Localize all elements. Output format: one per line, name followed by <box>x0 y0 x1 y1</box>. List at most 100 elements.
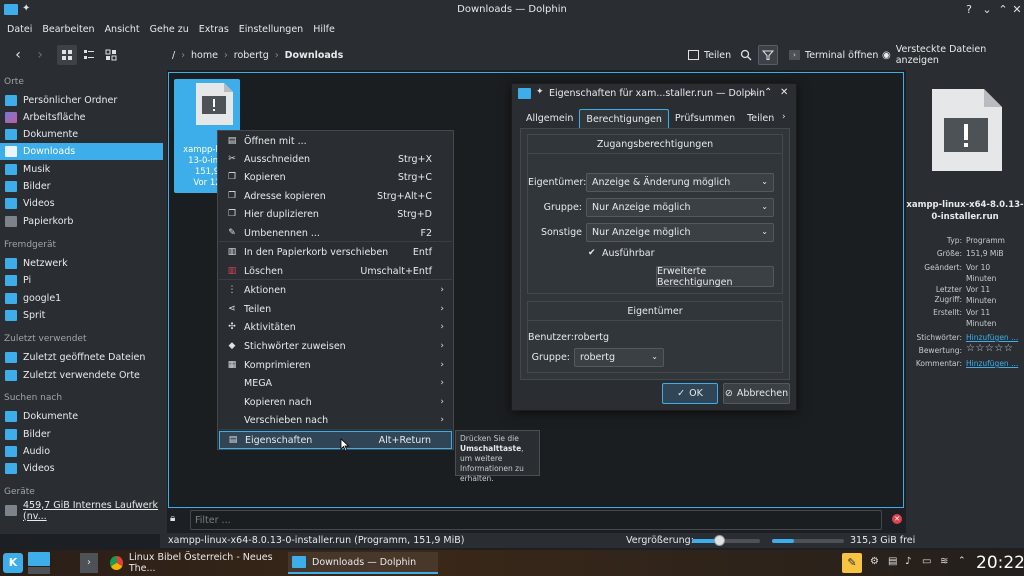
context-menu-item-2[interactable]: ❐ Kopieren Strg+C <box>219 168 452 186</box>
pager-desktop-2[interactable] <box>28 567 50 574</box>
owner-permission-select[interactable]: Anzeige & Änderung möglich ⌄ <box>586 173 774 192</box>
context-menu-item-8[interactable]: ⋮ Aktionen › <box>219 281 452 299</box>
sidebar-item-place-4[interactable]: Musik <box>0 161 163 178</box>
sidebar-item-place-7[interactable]: Papierkorb <box>0 213 163 230</box>
details-view-button[interactable] <box>101 45 121 65</box>
context-menu-item-0[interactable]: ▤ Öffnen mit ... <box>219 132 452 150</box>
context-menu-item-10[interactable]: ✣ Aktivitäten › <box>219 318 452 336</box>
task-browser[interactable]: Linux Bibel Österreich - Neues The... <box>106 552 288 574</box>
sidebar-item-search-1[interactable]: Bilder <box>0 426 163 443</box>
steam-icon[interactable]: ⚙ <box>870 556 879 567</box>
kde-launcher-icon[interactable]: K <box>3 553 23 573</box>
volume-icon[interactable]: ♪ <box>905 556 911 567</box>
sidebar-item-remote-0[interactable]: Netzwerk <box>0 255 163 272</box>
maximize-icon[interactable]: ⌃ <box>996 3 1010 17</box>
sidebar-item-place-6[interactable]: Videos <box>0 195 163 212</box>
sidebar-item-search-3[interactable]: Videos <box>0 460 163 477</box>
cancel-button[interactable]: ⊘ Abbrechen <box>723 383 790 404</box>
menu-1[interactable]: Bearbeiten <box>37 20 99 40</box>
tab-permissions[interactable]: Berechtigungen <box>579 109 669 129</box>
executable-label[interactable]: Ausführbar <box>602 248 655 259</box>
sidebar-item-remote-2[interactable]: google1 <box>0 290 163 307</box>
dialog-close-icon[interactable]: ✕ <box>780 87 788 98</box>
clock[interactable]: 20:22 <box>976 553 1024 573</box>
sidebar-item-device[interactable]: 459,7 GiB Internes Laufwerk (nv... <box>0 500 163 522</box>
add-comment-link[interactable]: Hinzufügen ... <box>966 358 1018 369</box>
help-icon[interactable]: ? <box>962 3 976 17</box>
share-button[interactable]: Teilen <box>688 45 731 65</box>
search-button[interactable] <box>736 45 756 65</box>
ok-button[interactable]: ✓ OK <box>662 383 718 404</box>
back-button[interactable]: ‹ <box>8 45 28 65</box>
context-menu-item-9[interactable]: ⋖ Teilen › <box>219 300 452 318</box>
tabs-scroll-left-icon[interactable]: ‹ <box>770 112 774 122</box>
menu-6[interactable]: Hilfe <box>308 20 340 40</box>
breadcrumb-current[interactable]: Downloads <box>285 50 344 61</box>
context-menu-item-11[interactable]: ◆ Stichwörter zuweisen › <box>219 337 452 355</box>
sidebar-item-place-5[interactable]: Bilder <box>0 178 163 195</box>
show-hidden-button[interactable]: ◉ Versteckte Dateien anzeigen <box>882 44 1024 66</box>
context-menu-item-6[interactable]: ▥ In den Papierkorb verschieben Entf <box>219 243 452 261</box>
menu-2[interactable]: Ansicht <box>100 20 145 40</box>
dialog-pin-icon[interactable]: ✦ <box>536 87 544 97</box>
others-permission-select[interactable]: Nur Anzeige möglich ⌄ <box>586 223 774 242</box>
add-tags-link[interactable]: Hinzufügen ... <box>966 332 1018 343</box>
dialog-minimize-icon[interactable]: ⌄ <box>748 87 756 98</box>
sidebar-item-remote-3[interactable]: Sprit <box>0 307 163 324</box>
context-menu-item-7[interactable]: ▥ Löschen Umschalt+Entf <box>219 262 452 280</box>
tabs-scroll-right-icon[interactable]: › <box>782 112 786 122</box>
context-menu-item-13[interactable]: MEGA › <box>219 374 452 392</box>
dialog-maximize-icon[interactable]: ⌃ <box>764 87 772 98</box>
show-desktop-icon[interactable]: › <box>80 553 98 573</box>
tab-checksums[interactable]: Prüfsummen <box>669 109 741 129</box>
sidebar-item-place-1[interactable]: Arbeitsfläche <box>0 109 163 126</box>
breadcrumb-user[interactable]: robertg <box>234 50 269 61</box>
compact-view-button[interactable] <box>79 45 99 65</box>
rating-stars[interactable]: ☆☆☆☆☆ <box>966 343 1013 354</box>
sidebar-item-search-0[interactable]: Dokumente <box>0 408 163 425</box>
executable-checkbox[interactable]: ✔ <box>588 248 598 258</box>
menu-5[interactable]: Einstellungen <box>234 20 308 40</box>
sidebar-item-place-0[interactable]: Persönlicher Ordner <box>0 92 163 109</box>
tray-expand-icon[interactable]: ⌃ <box>958 556 966 566</box>
context-menu-item-1[interactable]: ✂ Ausschneiden Strg+X <box>219 150 452 168</box>
sidebar-item-search-2[interactable]: Audio <box>0 443 163 460</box>
lock-icon[interactable]: 🔒︎ <box>170 513 182 525</box>
group-permission-select[interactable]: Nur Anzeige möglich ⌄ <box>586 198 774 217</box>
zoom-slider[interactable] <box>692 535 760 546</box>
context-menu-item-14[interactable]: Kopieren nach › <box>219 393 452 411</box>
tab-general[interactable]: Allgemein <box>520 109 579 129</box>
sidebar-item-remote-1[interactable]: Pi <box>0 272 163 289</box>
sidebar-item-place-3[interactable]: Downloads <box>0 143 163 160</box>
advanced-permissions-button[interactable]: Erweiterte Berechtigungen <box>656 266 774 288</box>
sidebar-item-recent-1[interactable]: Zuletzt verwendete Orte <box>0 367 163 384</box>
context-menu-item-3[interactable]: ❐ Adresse kopieren Strg+Alt+C <box>219 187 452 205</box>
menu-4[interactable]: Extras <box>194 20 234 40</box>
close-icon[interactable]: ✕ <box>1010 3 1024 17</box>
network-icon[interactable]: ≋ <box>940 556 948 567</box>
tab-share[interactable]: Teilen <box>741 109 780 129</box>
menu-3[interactable]: Gehe zu <box>145 20 194 40</box>
task-dolphin[interactable]: Downloads — Dolphin <box>288 552 438 574</box>
context-menu-item-4[interactable]: ❐ Hier duplizieren Strg+D <box>219 205 452 223</box>
notes-icon[interactable]: ▤ <box>888 556 897 567</box>
menu-0[interactable]: Datei <box>2 20 37 40</box>
zoom-slider-handle[interactable] <box>714 535 725 546</box>
clear-filter-icon[interactable]: ✕ <box>892 514 902 524</box>
forward-button[interactable]: › <box>30 45 50 65</box>
icons-view-button[interactable] <box>57 45 77 65</box>
filter-button[interactable] <box>758 45 778 65</box>
owner-group-select[interactable]: robertg ⌄ <box>574 348 664 367</box>
sidebar-item-recent-0[interactable]: Zuletzt geöffnete Dateien <box>0 349 163 366</box>
terminal-button[interactable]: › Terminal öffnen <box>789 45 878 65</box>
clipboard-icon[interactable]: ✎ <box>842 553 862 573</box>
filter-input[interactable]: Filter ... <box>190 510 882 530</box>
context-menu-item-5[interactable]: ✎ Umbenennen ... F2 <box>219 224 452 242</box>
pager-desktop-1[interactable] <box>28 552 50 566</box>
minimize-icon[interactable]: ⌄ <box>980 3 994 17</box>
context-menu-item-15[interactable]: Verschieben nach › <box>219 411 452 429</box>
breadcrumb-home[interactable]: home <box>191 50 218 61</box>
context-menu-item-12[interactable]: ▦ Komprimieren › <box>219 356 452 374</box>
context-menu-item-16[interactable]: ▤ Eigenschaften Alt+Return <box>219 431 452 449</box>
sidebar-item-place-2[interactable]: Dokumente <box>0 126 163 143</box>
